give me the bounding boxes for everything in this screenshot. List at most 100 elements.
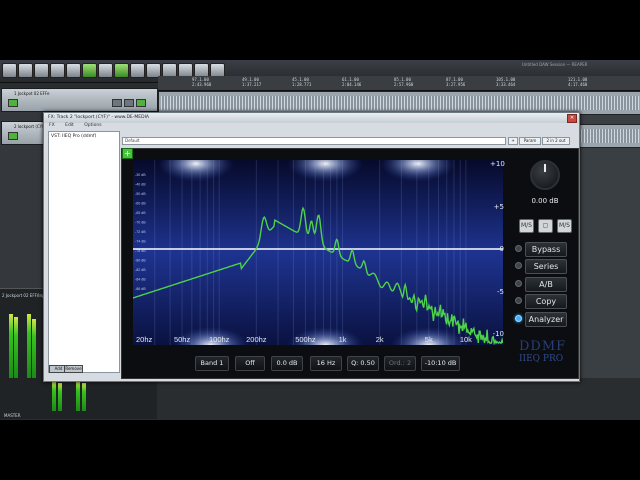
open-icon[interactable] bbox=[18, 63, 33, 78]
fx-menubar: FX Edit Options bbox=[44, 123, 579, 130]
level-meter bbox=[27, 314, 31, 378]
marker[interactable]: 97.1.00 2:43.960 bbox=[192, 77, 211, 87]
db-label: +5 bbox=[493, 203, 504, 211]
undo-icon[interactable] bbox=[66, 63, 81, 78]
frequency-label: 100hz bbox=[209, 335, 230, 344]
track-1[interactable]: 1 Jockpot 02 EFFe bbox=[1, 88, 158, 112]
analyzer-db-label: -60 dB bbox=[135, 202, 146, 206]
eq-display[interactable]: 20hz 50hz 100hz 200hz 500hz 1k 2k 5k 10k -30 dB -… bbox=[133, 160, 503, 345]
analyzer-db-label: -80 dB bbox=[135, 259, 146, 263]
menu-edit[interactable]: Edit bbox=[65, 123, 74, 128]
bypass-button[interactable]: Bypass bbox=[525, 242, 567, 257]
param-button[interactable]: Param bbox=[519, 137, 541, 145]
fx-titlebar[interactable]: FX: Track 2 "lockport (CYF)" - www.DE-ME… bbox=[44, 113, 579, 123]
analyzer-db-label: -72 dB bbox=[135, 230, 146, 234]
db-label: +10 bbox=[490, 160, 505, 168]
solo-button[interactable] bbox=[124, 99, 134, 107]
copy-button[interactable]: Copy bbox=[525, 294, 567, 309]
timeline-ruler[interactable]: 97.1.00 2:43.960 49.1.00 1:37.217 45.1.00 1… bbox=[158, 76, 640, 91]
analyzer-db-label: -30 dB bbox=[135, 173, 146, 177]
fx-button[interactable] bbox=[136, 99, 146, 107]
level-meter bbox=[76, 381, 80, 411]
fx-window-title: FX: Track 2 "lockport (CYF)" - www.DE-ME… bbox=[48, 115, 149, 120]
preset-dropdown[interactable]: Default bbox=[122, 137, 506, 145]
analyzer-db-label: -82 dB bbox=[135, 268, 146, 272]
db-label: 0 bbox=[499, 245, 504, 253]
add-preset-button[interactable]: + bbox=[508, 137, 518, 145]
knob-pointer bbox=[544, 164, 546, 172]
display-range-selector[interactable]: -10:10 dB bbox=[421, 356, 460, 371]
band-selector[interactable]: Band 1 bbox=[195, 356, 229, 371]
ab-button[interactable]: A/B bbox=[525, 277, 567, 292]
analyzer-db-label: -50 dB bbox=[135, 192, 146, 196]
analyzer-db-label: -74 dB bbox=[135, 240, 146, 244]
save-icon[interactable] bbox=[34, 63, 49, 78]
mute-button[interactable] bbox=[112, 99, 122, 107]
redo-icon[interactable] bbox=[82, 63, 97, 78]
band-q-field[interactable]: Q: 0.50 bbox=[347, 356, 379, 371]
settings-icon[interactable] bbox=[50, 63, 65, 78]
marker[interactable]: 61.1.00 2:04.146 bbox=[342, 77, 361, 87]
level-meter bbox=[52, 381, 56, 411]
marker[interactable]: 121.1.00 4:17.460 bbox=[568, 77, 587, 87]
snap-icon[interactable] bbox=[130, 63, 145, 78]
record-arm-button[interactable] bbox=[8, 132, 18, 140]
mid-side-button[interactable]: M/S bbox=[557, 219, 572, 233]
frequency-label: 1k bbox=[339, 335, 347, 344]
marker[interactable]: 85.1.00 2:57.960 bbox=[394, 77, 413, 87]
frequency-label: 10k bbox=[460, 335, 472, 344]
frequency-label: 5k bbox=[425, 335, 433, 344]
save-icon[interactable]: ▢ bbox=[538, 219, 553, 233]
series-button[interactable]: Series bbox=[525, 259, 567, 274]
grid-icon[interactable] bbox=[114, 63, 129, 78]
filter-order-field[interactable]: Ord.: 2 bbox=[384, 356, 416, 371]
analyzer-led bbox=[515, 315, 522, 322]
filter-type-selector[interactable]: Off bbox=[235, 356, 265, 371]
marker[interactable]: 49.1.00 1:37.217 bbox=[242, 77, 261, 87]
analyzer-db-label: -40 dB bbox=[135, 183, 146, 187]
metronome-icon[interactable] bbox=[98, 63, 113, 78]
close-icon[interactable]: ✕ bbox=[567, 114, 577, 123]
level-meter bbox=[9, 314, 13, 378]
io-button[interactable]: 2 in 2 out bbox=[542, 137, 570, 145]
master-label: MASTER bbox=[4, 413, 21, 418]
menu-fx[interactable]: FX bbox=[49, 123, 55, 128]
waveform bbox=[161, 96, 639, 110]
analyzer-db-label: -78 dB bbox=[135, 249, 146, 253]
frequency-label: 20hz bbox=[136, 335, 153, 344]
output-gain-value: 0.00 dB bbox=[531, 197, 559, 205]
add-band-icon[interactable]: + bbox=[122, 148, 133, 159]
level-meter bbox=[14, 317, 18, 378]
series-led bbox=[515, 262, 522, 269]
level-meter bbox=[32, 319, 36, 378]
fx-chain-item[interactable]: VST: IIEQ Pro (ddmf) bbox=[51, 134, 96, 139]
analyzer-db-label: -65 dB bbox=[135, 211, 146, 215]
level-meter bbox=[58, 383, 62, 411]
track-name[interactable]: 2 lockport (CYF) bbox=[14, 124, 46, 129]
frequency-label: 50hz bbox=[174, 335, 191, 344]
output-gain-knob[interactable] bbox=[530, 160, 560, 190]
preset-bar: Default + Param 2 in 2 out bbox=[122, 137, 575, 145]
marker[interactable]: 87.1.00 3:27.956 bbox=[446, 77, 465, 87]
model-name: IIEQ PRO bbox=[519, 354, 564, 364]
track-name[interactable]: 1 Jockpot 02 EFFe bbox=[14, 91, 50, 96]
frequency-label: 500hz bbox=[295, 335, 316, 344]
new-icon[interactable] bbox=[2, 63, 17, 78]
marker[interactable]: 45.1.00 1:28.771 bbox=[292, 77, 311, 87]
analyzer-button[interactable]: Analyzer bbox=[525, 312, 567, 327]
analyzer-db-label: -70 dB bbox=[135, 221, 146, 225]
record-arm-button[interactable] bbox=[8, 99, 18, 107]
fx-chain-list[interactable]: VST: IIEQ Pro (ddmf) bbox=[48, 131, 120, 373]
band-frequency-field[interactable]: 16 Hz bbox=[310, 356, 342, 371]
menu-options[interactable]: Options bbox=[84, 123, 101, 128]
frequency-label: 200hz bbox=[246, 335, 267, 344]
band-gain-field[interactable]: 0.0 dB bbox=[271, 356, 303, 371]
level-meter bbox=[82, 383, 86, 411]
copy-led bbox=[515, 297, 522, 304]
marker[interactable]: 105.1.00 3:33.464 bbox=[496, 77, 515, 87]
mid-side-button[interactable]: M/S bbox=[519, 219, 534, 233]
db-label: -5 bbox=[497, 288, 504, 296]
db-label: -10 bbox=[492, 330, 504, 338]
fx-remove-button[interactable]: Remove bbox=[64, 365, 83, 373]
analyzer-db-label: -84 dB bbox=[135, 278, 146, 282]
